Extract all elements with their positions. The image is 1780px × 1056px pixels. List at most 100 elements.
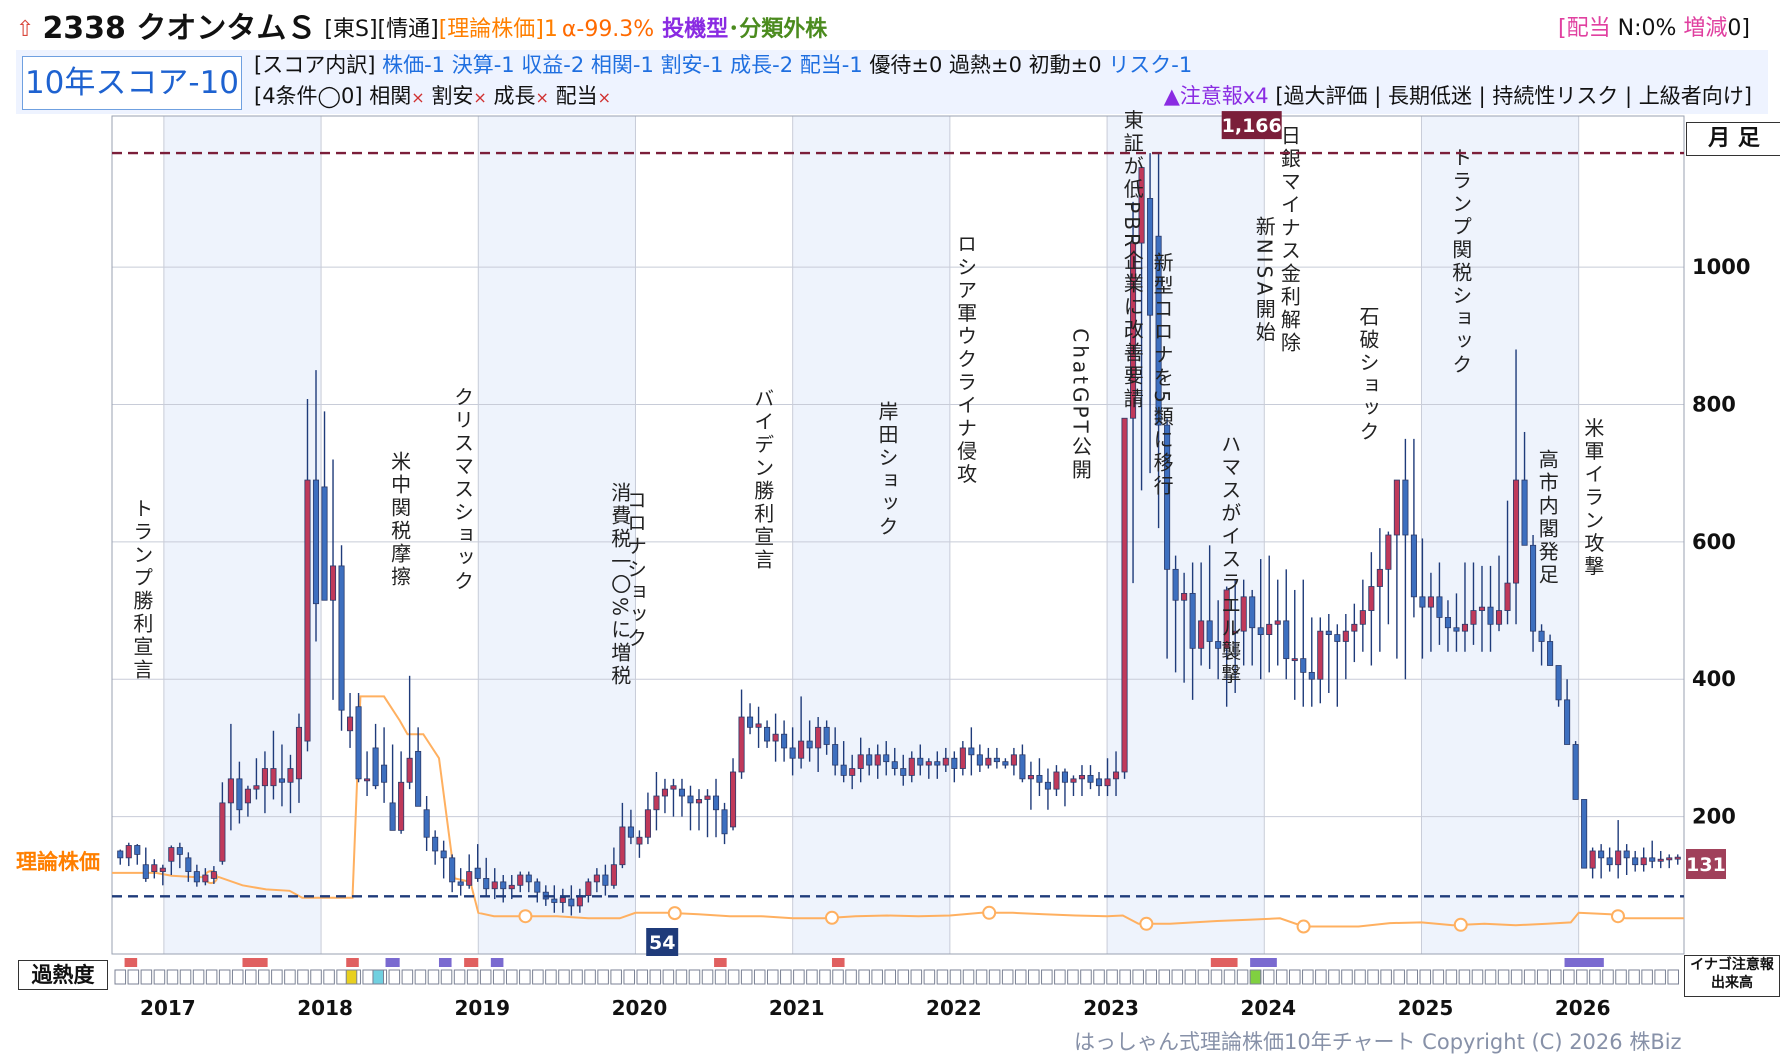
heat-cell xyxy=(479,969,492,985)
candle-body xyxy=(125,845,132,859)
heat-cell xyxy=(1628,969,1640,985)
heat-mark xyxy=(464,958,479,967)
x-tick-label: 2025 xyxy=(1398,996,1454,1020)
heat-cell xyxy=(1041,969,1053,985)
candle-body xyxy=(585,881,592,897)
candle-body xyxy=(1538,630,1545,642)
candle-body xyxy=(517,874,524,886)
candle-body xyxy=(364,778,371,782)
heat-cell xyxy=(1445,969,1458,985)
candle-body xyxy=(1470,610,1477,625)
candle-body xyxy=(1368,586,1375,611)
candle-body xyxy=(1572,744,1579,800)
heat-cell xyxy=(1054,969,1066,985)
heat-mark xyxy=(1564,958,1604,967)
candle-body xyxy=(636,836,643,845)
candle-body xyxy=(857,754,864,769)
candle-body xyxy=(798,740,805,759)
heat-cell xyxy=(297,969,309,985)
candle-body xyxy=(1283,620,1290,660)
heat-cell xyxy=(1197,969,1210,985)
heat-cell xyxy=(949,969,962,985)
candle-body xyxy=(176,847,183,855)
heat-cell xyxy=(610,969,622,985)
candle-body xyxy=(917,757,924,766)
heat-cell xyxy=(675,969,688,985)
volume-mark xyxy=(1249,969,1262,985)
heat-cell xyxy=(1354,969,1366,985)
theory-marker xyxy=(518,909,533,924)
heat-mark xyxy=(242,958,268,967)
candle-body xyxy=(466,871,473,886)
volume-mark xyxy=(372,969,385,985)
heat-mark xyxy=(1210,958,1238,967)
candle-body xyxy=(764,726,771,742)
candle-body xyxy=(1581,799,1588,869)
event-label: 米中関税摩擦 xyxy=(388,451,412,589)
heat-cell xyxy=(1093,969,1105,985)
candle-body xyxy=(202,874,209,883)
x-tick-label: 2022 xyxy=(926,996,982,1020)
candle-body xyxy=(1427,596,1434,608)
candle-body xyxy=(1640,857,1647,866)
inago-legend: イナゴ注意報 出来高 xyxy=(1684,955,1780,997)
candle-body xyxy=(329,565,337,601)
heat-cell xyxy=(205,969,218,985)
candle-body xyxy=(925,761,932,766)
theory-marker xyxy=(1139,916,1154,931)
heat-cell xyxy=(1367,969,1379,985)
monthly-button[interactable]: 月 足 xyxy=(1686,122,1780,156)
event-label: ChatGPT公開 xyxy=(1068,328,1092,482)
candle-body xyxy=(559,897,566,903)
inago-label: イナゴ注意報 xyxy=(1690,957,1774,973)
candle-body xyxy=(849,768,856,776)
candle-body xyxy=(661,788,668,797)
candle-body xyxy=(593,874,600,883)
candle-body xyxy=(1487,606,1494,625)
candle-body xyxy=(1104,778,1111,787)
candle-body xyxy=(1410,534,1417,598)
heat-cell xyxy=(936,969,949,985)
y-tick-label: 400 xyxy=(1692,667,1736,691)
candle-body xyxy=(159,867,166,872)
heat-cell xyxy=(166,969,179,985)
heat-cell xyxy=(1497,969,1510,985)
heat-cell xyxy=(584,969,596,985)
candle-body xyxy=(1649,857,1656,862)
heat-row xyxy=(114,958,1679,985)
heat-cell xyxy=(284,969,296,985)
heat-cell xyxy=(727,969,740,985)
candle-body xyxy=(1402,479,1409,536)
heat-cell xyxy=(714,969,727,985)
candle-body xyxy=(959,747,966,769)
candle-body xyxy=(1342,630,1349,642)
event-label: 新型コロナを5類に移行 xyxy=(1150,252,1174,498)
heat-cell xyxy=(1484,969,1497,985)
heat-cell xyxy=(1171,969,1184,985)
heat-mark xyxy=(714,958,727,967)
candle-body xyxy=(1010,754,1017,766)
candle-body xyxy=(1555,665,1562,701)
x-tick-label: 2023 xyxy=(1083,996,1139,1020)
heat-cell xyxy=(923,969,936,985)
candle-body xyxy=(219,802,226,862)
candle-body xyxy=(508,884,515,890)
candle-body xyxy=(338,565,345,711)
y-tick-label: 1000 xyxy=(1692,255,1750,279)
heat-cell xyxy=(271,969,283,985)
heat-cell xyxy=(1654,969,1666,985)
candle-body xyxy=(1334,634,1341,642)
heat-cell xyxy=(806,969,818,985)
heat-cell xyxy=(388,969,401,985)
event-label: 米軍イラン攻撃 xyxy=(1581,417,1605,578)
candle-body xyxy=(1027,775,1034,780)
volume-label: 出来高 xyxy=(1711,975,1753,991)
heat-cell xyxy=(1067,969,1079,985)
candle-body xyxy=(1308,671,1315,680)
event-label: 高市内閣発足 xyxy=(1535,449,1559,587)
candle-body xyxy=(874,754,881,766)
candle-body xyxy=(1317,630,1324,680)
candle-body xyxy=(1615,850,1622,866)
heat-cell xyxy=(871,969,883,985)
heat-cell xyxy=(1328,969,1340,985)
